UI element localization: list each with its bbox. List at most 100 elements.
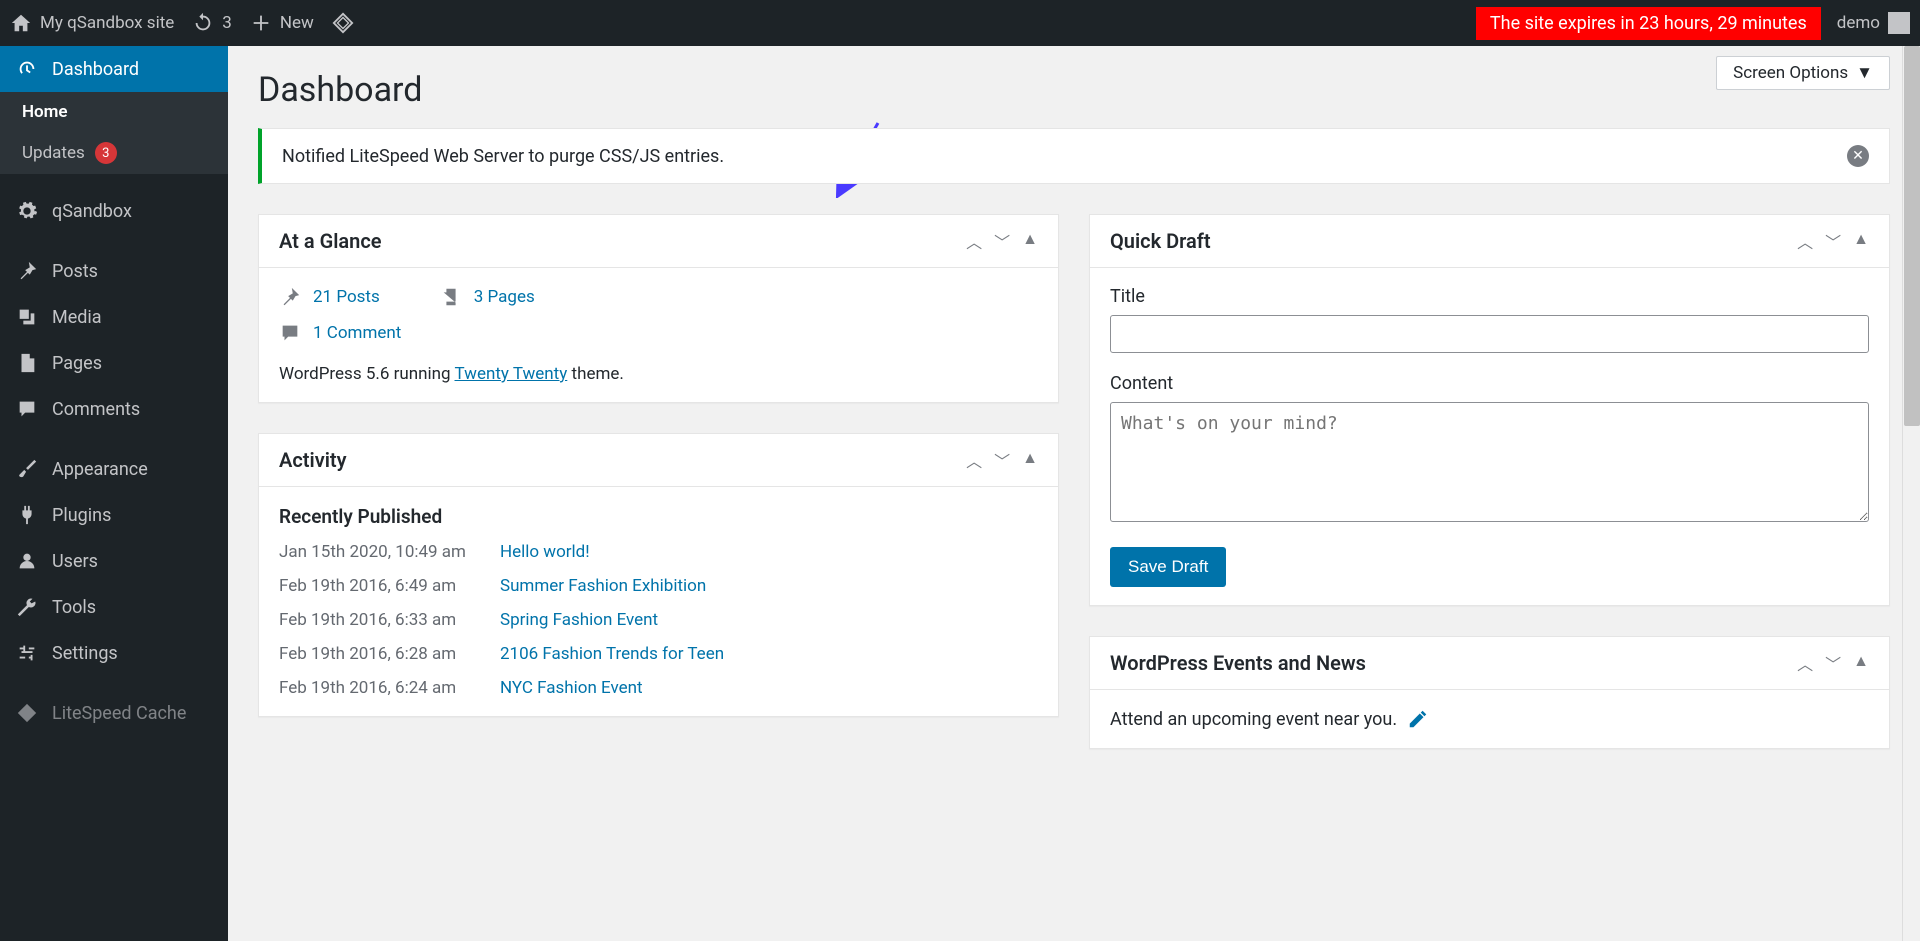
comment-icon bbox=[279, 322, 301, 344]
activity-date: Feb 19th 2016, 6:33 am bbox=[279, 610, 466, 630]
screen-options-button[interactable]: Screen Options ▼ bbox=[1716, 56, 1890, 90]
events-title: WordPress Events and News bbox=[1110, 651, 1366, 675]
brush-icon bbox=[16, 458, 38, 480]
updates-link[interactable]: 3 bbox=[192, 12, 232, 34]
pin-icon bbox=[279, 286, 301, 308]
media-icon bbox=[16, 306, 38, 328]
pin-icon bbox=[16, 260, 38, 282]
chevron-up-icon[interactable]: ︿ bbox=[1797, 229, 1813, 253]
scrollbar[interactable] bbox=[1902, 46, 1920, 941]
glance-comments-label: 1 Comment bbox=[313, 323, 401, 343]
save-draft-button[interactable]: Save Draft bbox=[1110, 547, 1226, 587]
admin-bar: My qSandbox site 3 New The site expires … bbox=[0, 0, 1920, 46]
menu-users[interactable]: Users bbox=[0, 538, 228, 584]
menu-settings[interactable]: Settings bbox=[0, 630, 228, 676]
quick-draft-title: Quick Draft bbox=[1110, 229, 1211, 253]
at-a-glance-title: At a Glance bbox=[279, 229, 382, 253]
menu-plugins-label: Plugins bbox=[52, 505, 111, 526]
activity-date: Feb 19th 2016, 6:24 am bbox=[279, 678, 466, 698]
menu-media[interactable]: Media bbox=[0, 294, 228, 340]
litespeed-toolbar[interactable] bbox=[332, 12, 354, 34]
admin-sidebar: Dashboard Home Updates 3 qSandbox Posts … bbox=[0, 46, 228, 941]
refresh-icon bbox=[192, 12, 214, 34]
activity-date: Jan 15th 2020, 10:49 am bbox=[279, 542, 466, 562]
menu-dashboard[interactable]: Dashboard bbox=[0, 46, 228, 92]
quick-draft-widget: Quick Draft ︿ ﹀ ▲ Title Content bbox=[1089, 214, 1890, 606]
activity-post-link[interactable]: 2106 Fashion Trends for Teen bbox=[500, 644, 1038, 664]
notice-text: Notified LiteSpeed Web Server to purge C… bbox=[282, 146, 724, 167]
chevron-up-icon[interactable]: ︿ bbox=[966, 448, 982, 472]
content-textarea[interactable] bbox=[1110, 402, 1869, 522]
activity-date: Feb 19th 2016, 6:49 am bbox=[279, 576, 466, 596]
plus-icon bbox=[250, 12, 272, 34]
menu-appearance[interactable]: Appearance bbox=[0, 446, 228, 492]
menu-litespeed[interactable]: LiteSpeed Cache bbox=[0, 690, 228, 736]
page-title: Dashboard bbox=[258, 46, 1890, 128]
activity-section-title: Recently Published bbox=[279, 505, 1038, 528]
chevron-down-icon: ▼ bbox=[1856, 63, 1873, 83]
updates-badge: 3 bbox=[95, 142, 117, 164]
screen-options-label: Screen Options bbox=[1733, 63, 1848, 83]
menu-users-label: Users bbox=[52, 551, 98, 572]
activity-post-link[interactable]: Hello world! bbox=[500, 542, 1038, 562]
site-link[interactable]: My qSandbox site bbox=[10, 12, 174, 34]
diamond-icon bbox=[332, 12, 354, 34]
menu-media-label: Media bbox=[52, 307, 102, 328]
menu-pages-label: Pages bbox=[52, 353, 102, 374]
home-icon bbox=[10, 12, 32, 34]
chevron-down-icon[interactable]: ﹀ bbox=[994, 448, 1010, 472]
events-widget: WordPress Events and News ︿ ﹀ ▲ Attend a… bbox=[1089, 636, 1890, 749]
activity-post-link[interactable]: Spring Fashion Event bbox=[500, 610, 1038, 630]
comment-icon bbox=[16, 398, 38, 420]
title-input[interactable] bbox=[1110, 315, 1869, 353]
notice-dismiss-button[interactable]: ✕ bbox=[1847, 145, 1869, 167]
pencil-icon[interactable] bbox=[1407, 708, 1429, 730]
menu-litespeed-label: LiteSpeed Cache bbox=[52, 703, 186, 724]
chevron-down-icon[interactable]: ﹀ bbox=[1825, 651, 1841, 675]
activity-post-link[interactable]: NYC Fashion Event bbox=[500, 678, 1038, 698]
new-label: New bbox=[280, 13, 314, 33]
menu-tools-label: Tools bbox=[52, 597, 96, 618]
glance-pages-label: 3 Pages bbox=[474, 287, 535, 307]
menu-comments-label: Comments bbox=[52, 399, 140, 420]
dashboard-icon bbox=[16, 58, 38, 80]
main-content: Screen Options ▼ Dashboard Notified Lite… bbox=[228, 46, 1920, 789]
submenu-updates[interactable]: Updates 3 bbox=[0, 132, 228, 174]
chevron-down-icon[interactable]: ﹀ bbox=[1825, 229, 1841, 253]
page-icon bbox=[16, 352, 38, 374]
caret-up-icon[interactable]: ▲ bbox=[1853, 229, 1869, 253]
pages-icon bbox=[440, 286, 462, 308]
chevron-down-icon[interactable]: ﹀ bbox=[994, 229, 1010, 253]
chevron-up-icon[interactable]: ︿ bbox=[1797, 651, 1813, 675]
glance-posts-label: 21 Posts bbox=[313, 287, 380, 307]
glance-pages[interactable]: 3 Pages bbox=[440, 286, 535, 308]
menu-pages[interactable]: Pages bbox=[0, 340, 228, 386]
user-menu[interactable]: demo bbox=[1837, 12, 1910, 34]
menu-qsandbox[interactable]: qSandbox bbox=[0, 188, 228, 234]
glance-posts[interactable]: 21 Posts bbox=[279, 286, 380, 308]
caret-up-icon[interactable]: ▲ bbox=[1022, 229, 1038, 253]
glance-comments[interactable]: 1 Comment bbox=[279, 322, 401, 344]
notice-success: Notified LiteSpeed Web Server to purge C… bbox=[258, 128, 1890, 184]
menu-posts[interactable]: Posts bbox=[0, 248, 228, 294]
title-label: Title bbox=[1110, 286, 1869, 307]
caret-up-icon[interactable]: ▲ bbox=[1853, 651, 1869, 675]
activity-post-link[interactable]: Summer Fashion Exhibition bbox=[500, 576, 1038, 596]
new-link[interactable]: New bbox=[250, 12, 314, 34]
litespeed-icon bbox=[16, 702, 38, 724]
menu-dashboard-label: Dashboard bbox=[52, 59, 139, 80]
menu-tools[interactable]: Tools bbox=[0, 584, 228, 630]
menu-qsandbox-label: qSandbox bbox=[52, 201, 132, 222]
activity-date: Feb 19th 2016, 6:28 am bbox=[279, 644, 466, 664]
chevron-up-icon[interactable]: ︿ bbox=[966, 229, 982, 253]
menu-plugins[interactable]: Plugins bbox=[0, 492, 228, 538]
theme-link[interactable]: Twenty Twenty bbox=[455, 364, 568, 384]
activity-title: Activity bbox=[279, 448, 347, 472]
submenu-home[interactable]: Home bbox=[0, 92, 228, 132]
user-avatar-icon bbox=[1888, 12, 1910, 34]
menu-comments[interactable]: Comments bbox=[0, 386, 228, 432]
caret-up-icon[interactable]: ▲ bbox=[1022, 448, 1038, 472]
site-name: My qSandbox site bbox=[40, 13, 174, 33]
events-text: Attend an upcoming event near you. bbox=[1110, 709, 1397, 730]
menu-appearance-label: Appearance bbox=[52, 459, 148, 480]
